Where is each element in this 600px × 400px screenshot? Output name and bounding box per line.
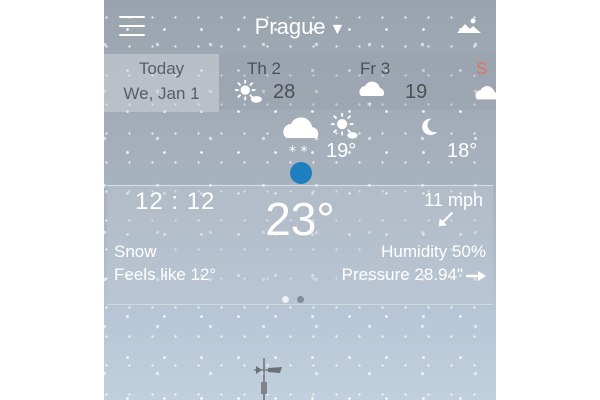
top-bar: Prague ▼ bbox=[104, 0, 496, 56]
moon-icon bbox=[422, 118, 438, 136]
current-conditions-panel[interactable]: 12 : 12 23° 11 mph Snow Feels like 12° H… bbox=[107, 185, 493, 305]
city-selector[interactable]: Prague ▼ bbox=[104, 14, 496, 40]
day-temp: 28 bbox=[273, 81, 296, 103]
pressure: Pressure 28.94" bbox=[341, 265, 463, 284]
day-name: S bbox=[476, 59, 488, 78]
day-name: Fr 3 bbox=[360, 59, 391, 78]
hourly-forecast: * * 19° 18° bbox=[104, 108, 496, 170]
mountains-icon[interactable] bbox=[456, 16, 482, 36]
pressure-trend-icon bbox=[466, 271, 486, 281]
hourly-temp: 18° bbox=[447, 140, 478, 162]
snow-cloud-icon: * * bbox=[283, 117, 319, 158]
cloud-icon: * bbox=[359, 81, 385, 110]
current-time-marker[interactable] bbox=[290, 162, 312, 184]
page-dot-active[interactable] bbox=[297, 296, 304, 303]
chevron-down-icon: ▼ bbox=[329, 21, 346, 38]
day-item[interactable]: S bbox=[464, 56, 496, 110]
day-temp: 19 bbox=[405, 81, 428, 103]
wind-speed: 11 mph bbox=[424, 190, 483, 210]
cloud-icon bbox=[475, 86, 496, 100]
svg-text:* *: * * bbox=[289, 144, 307, 158]
page-dot[interactable] bbox=[282, 296, 289, 303]
day-item[interactable]: Fr 3 * 19 bbox=[339, 56, 449, 110]
today-label: Today bbox=[138, 59, 185, 78]
daily-forecast-strip: Th 2 28 Fr 3 * 19 S bbox=[219, 54, 496, 110]
today-date: We, Jan 1 bbox=[123, 84, 200, 103]
day-item[interactable]: Th 2 28 bbox=[219, 56, 319, 110]
weather-app-screen: Prague ▼ Today We, Jan 1 Th 2 28 Fr 3 * … bbox=[104, 0, 496, 400]
sun-icon bbox=[330, 112, 358, 139]
page-indicator[interactable] bbox=[282, 290, 312, 308]
feels-like: Feels like 12° bbox=[114, 265, 217, 284]
today-tab[interactable]: Today We, Jan 1 bbox=[104, 54, 219, 112]
condition-text: Snow bbox=[114, 242, 157, 261]
wind-direction-icon bbox=[438, 211, 454, 227]
weather-vane-image bbox=[254, 358, 282, 400]
city-name: Prague bbox=[254, 14, 326, 39]
sun-icon bbox=[235, 79, 262, 103]
hourly-temp: 19° bbox=[326, 140, 357, 162]
humidity: Humidity 50% bbox=[381, 242, 486, 261]
day-name: Th 2 bbox=[247, 59, 282, 78]
